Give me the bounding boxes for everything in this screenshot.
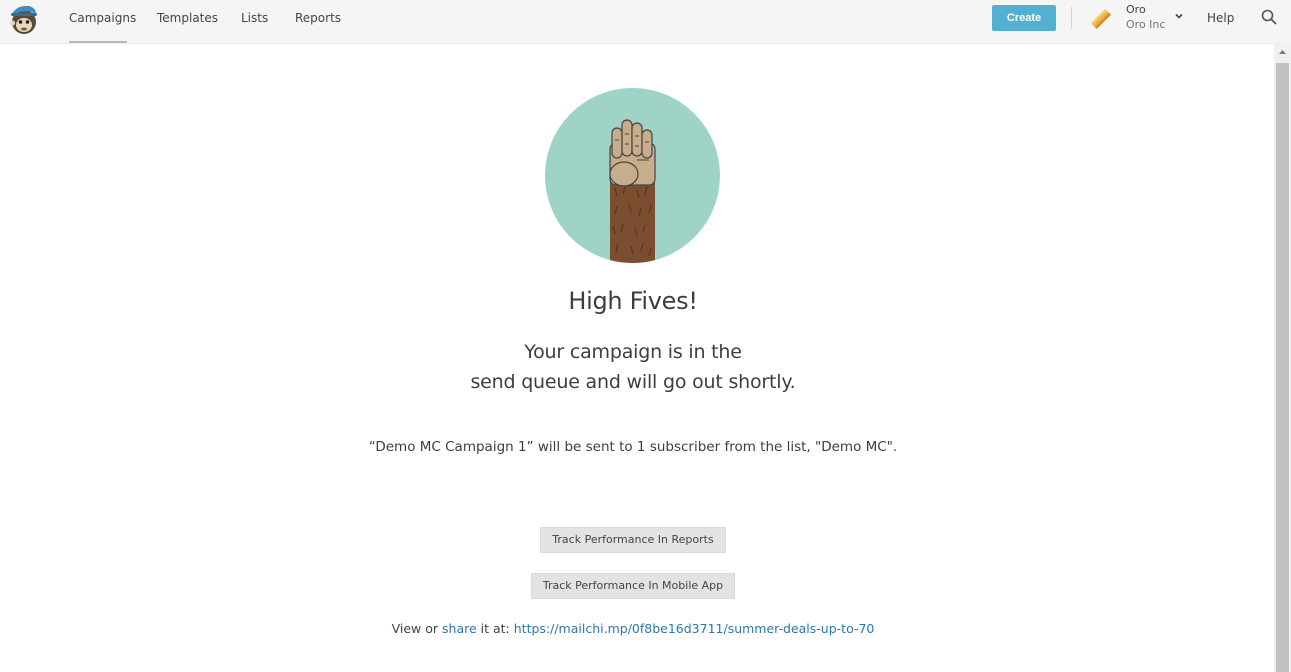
campaign-send-detail: “Demo MC Campaign 1” will be sent to 1 s… xyxy=(368,439,898,455)
nav-lists[interactable]: Lists xyxy=(241,0,268,43)
create-button[interactable]: Create xyxy=(992,5,1056,31)
track-performance-mobile-app-button[interactable]: Track Performance In Mobile App xyxy=(531,573,735,599)
search-icon[interactable] xyxy=(1261,9,1277,25)
vertical-scrollbar[interactable] xyxy=(1274,43,1291,672)
nav-divider xyxy=(1071,7,1072,29)
account-org[interactable]: Oro Inc xyxy=(1126,18,1165,31)
help-link[interactable]: Help xyxy=(1207,11,1234,25)
subtitle-line-2: send queue and will go out shortly. xyxy=(470,371,796,393)
nav-reports[interactable]: Reports xyxy=(295,0,341,43)
account-pencil-icon[interactable] xyxy=(1088,6,1114,32)
scroll-up-arrow-icon[interactable] xyxy=(1274,43,1291,60)
share-middle-text: it at: xyxy=(476,621,514,636)
campaign-url-link[interactable]: https://mailchi.mp/0f8be16d3711/summer-d… xyxy=(514,621,875,636)
scrollbar-thumb[interactable] xyxy=(1276,63,1289,672)
nav-templates[interactable]: Templates xyxy=(157,0,218,43)
track-performance-reports-button[interactable]: Track Performance In Reports xyxy=(540,527,726,553)
share-prefix-text: View or xyxy=(391,621,443,636)
account-name[interactable]: Oro xyxy=(1126,3,1146,16)
high-five-hand-illustration xyxy=(545,88,720,263)
subtitle-line-1: Your campaign is in the xyxy=(524,341,742,363)
mailchimp-logo-icon[interactable] xyxy=(9,3,39,36)
nav-campaigns[interactable]: Campaigns xyxy=(69,0,136,43)
share-link[interactable]: share xyxy=(442,621,477,636)
page-title: High Fives! xyxy=(568,287,698,315)
top-navigation-bar: Campaigns Templates Lists Reports Create… xyxy=(0,0,1291,44)
chevron-down-icon[interactable] xyxy=(1173,10,1185,22)
share-line: View or share it at: https://mailchi.mp/… xyxy=(0,621,1266,636)
